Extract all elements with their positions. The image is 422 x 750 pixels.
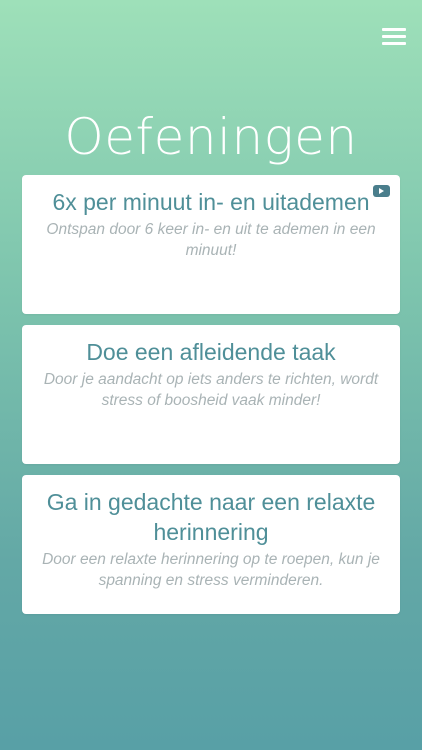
exercise-description: Door een relaxte herinnering op te roepe…: [42, 551, 380, 589]
video-play-icon: [373, 185, 390, 197]
exercise-title: Ga in gedachte naar een relaxte herinner…: [46, 489, 376, 545]
exercise-card-distraction[interactable]: Doe een afleidende taak Door je aandacht…: [22, 325, 400, 464]
exercise-card-breathing[interactable]: 6x per minuut in- en uitademen Ontspan d…: [22, 175, 400, 314]
exercise-card-memory[interactable]: Ga in gedachte naar een relaxte herinner…: [22, 475, 400, 614]
hamburger-menu-icon-bar: [382, 35, 406, 38]
exercise-title: Doe een afleidende taak: [86, 339, 336, 365]
hamburger-menu-icon: [382, 28, 406, 31]
exercise-title: 6x per minuut in- en uitademen: [52, 189, 370, 215]
exercise-description: Door je aandacht op iets anders te richt…: [43, 371, 379, 409]
hamburger-menu-icon-bar: [382, 42, 406, 45]
menu-button[interactable]: [382, 26, 406, 46]
page-title: Oefeningen: [64, 107, 358, 166]
exercise-description: Ontspan door 6 keer in- en uit te ademen…: [46, 221, 376, 259]
